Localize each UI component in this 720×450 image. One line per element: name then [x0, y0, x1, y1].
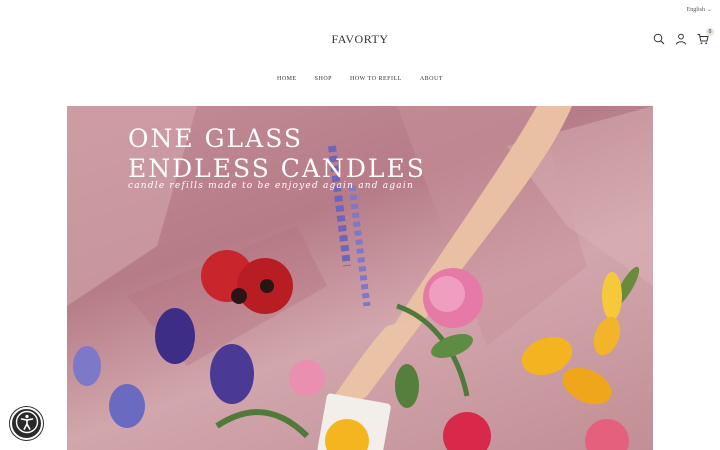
hero-title-line-2: ENDLESS CANDLES: [128, 154, 426, 183]
hero-title: ONE GLASS ENDLESS CANDLES: [128, 124, 426, 184]
accessibility-icon: [15, 410, 39, 438]
hero-banner[interactable]: ONE GLASS ENDLESS CANDLES candle refills…: [67, 106, 653, 450]
nav-item-how-to-refill[interactable]: HOW TO REFILL: [350, 76, 402, 82]
nav-item-shop[interactable]: SHOP: [315, 76, 332, 82]
accessibility-button[interactable]: [10, 407, 43, 440]
nav-item-home[interactable]: HOME: [277, 76, 297, 82]
hero-subtitle: candle refills made to be enjoyed again …: [128, 181, 414, 191]
hero-title-line-1: ONE GLASS: [128, 124, 304, 153]
language-label: English: [686, 6, 705, 13]
header-actions: 0: [652, 28, 714, 46]
search-icon[interactable]: [652, 32, 666, 46]
site-logo[interactable]: FAVORTY: [0, 32, 720, 47]
user-icon[interactable]: [674, 32, 688, 46]
main-nav: HOME SHOP HOW TO REFILL ABOUT: [0, 76, 720, 82]
cart-icon[interactable]: 0: [696, 28, 714, 46]
language-selector[interactable]: English ⌄: [686, 6, 712, 14]
cart-count-badge: 0: [706, 28, 714, 36]
chevron-down-icon: ⌄: [706, 7, 712, 13]
nav-item-about[interactable]: ABOUT: [420, 76, 443, 82]
